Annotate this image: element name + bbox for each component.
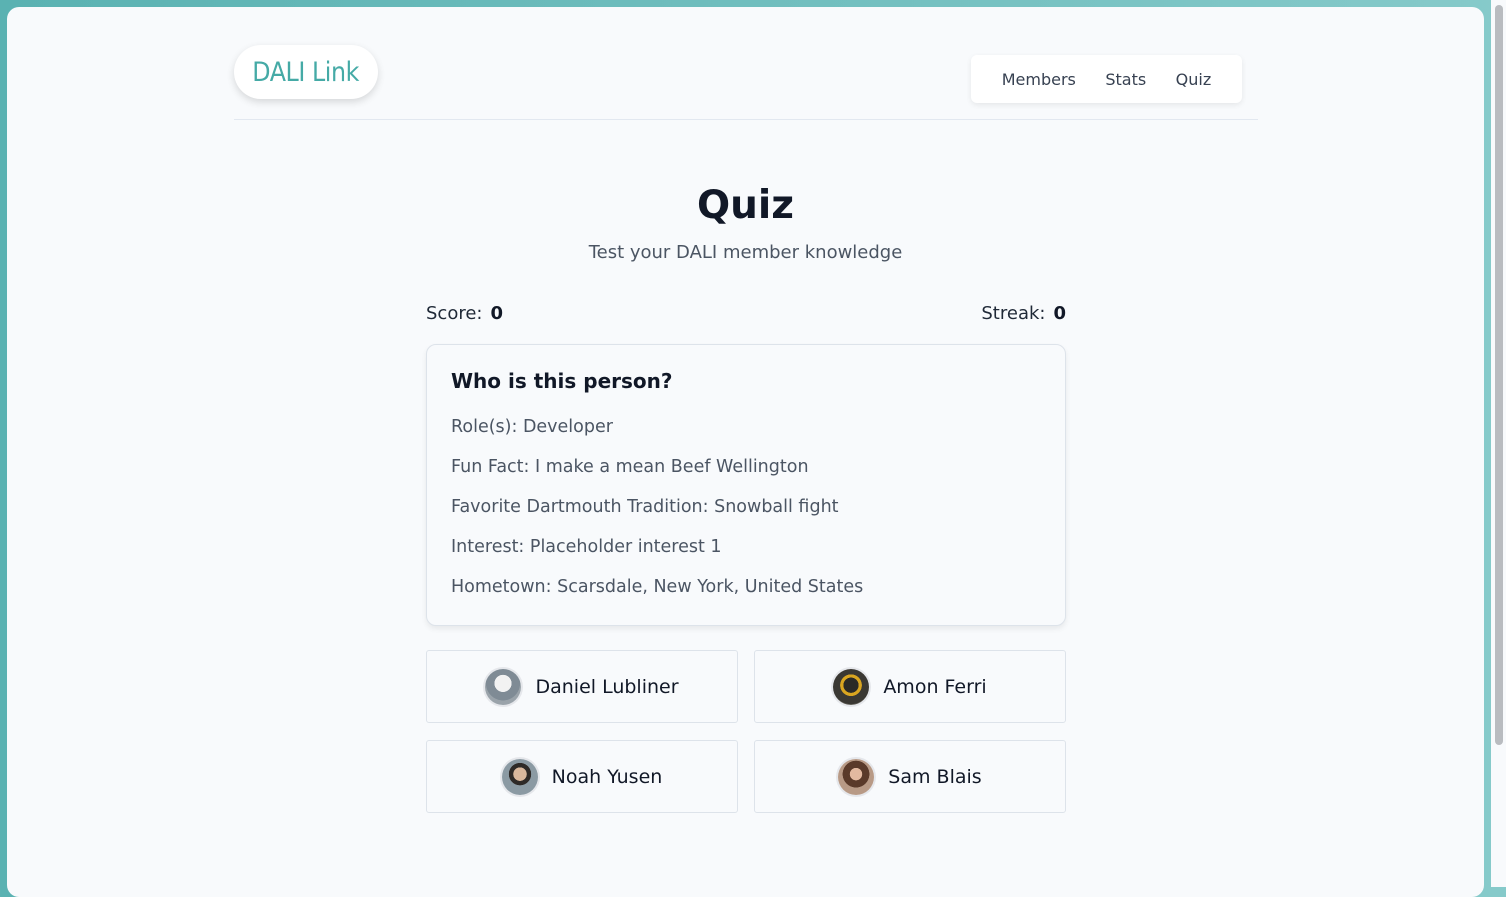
clue-interest: Interest: Placeholder interest 1 <box>451 537 722 557</box>
choice-button[interactable]: Daniel Lubliner <box>426 650 738 723</box>
nav-bar: Members Stats Quiz <box>971 55 1242 103</box>
header: DALI Link Members Stats Quiz <box>234 45 1258 120</box>
avatar <box>833 668 870 705</box>
answer-choices: Daniel Lubliner Amon Ferri Noah Yusen Sa… <box>426 650 1066 813</box>
clue-hometown: Hometown: Scarsdale, New York, United St… <box>451 577 864 597</box>
logo-text: DALI Link <box>252 56 360 88</box>
question-prompt: Who is this person? <box>451 369 673 393</box>
choice-name: Sam Blais <box>888 765 982 788</box>
nav-link-members[interactable]: Members <box>1002 70 1076 89</box>
avatar <box>838 758 875 795</box>
choice-name: Amon Ferri <box>883 675 987 698</box>
streak-value: 0 <box>1053 302 1066 324</box>
avatar <box>501 758 538 795</box>
choice-button[interactable]: Sam Blais <box>754 740 1066 813</box>
streak-label: Streak: <box>981 302 1046 324</box>
choice-button[interactable]: Amon Ferri <box>754 650 1066 723</box>
streak-stat: Streak: 0 <box>981 303 1066 324</box>
logo[interactable]: DALI Link <box>234 45 378 99</box>
page-title: Quiz <box>697 183 794 228</box>
scrollbar-thumb[interactable] <box>1495 5 1503 745</box>
scrollbar[interactable] <box>1491 0 1506 887</box>
choice-button[interactable]: Noah Yusen <box>426 740 738 813</box>
clue-role: Role(s): Developer <box>451 417 613 437</box>
score-stat: Score: 0 <box>426 303 503 324</box>
choice-name: Noah Yusen <box>551 765 663 788</box>
nav-link-stats[interactable]: Stats <box>1105 70 1146 89</box>
score-value: 0 <box>490 302 504 324</box>
app-window: DALI Link Members Stats Quiz Quiz Test y… <box>7 7 1484 897</box>
avatar <box>485 668 522 705</box>
scoreboard: Score: 0 Streak: 0 <box>426 300 1066 326</box>
clue-tradition: Favorite Dartmouth Tradition: Snowball f… <box>451 497 839 517</box>
score-label: Score: <box>426 302 483 324</box>
clue-fun-fact: Fun Fact: I make a mean Beef Wellington <box>451 457 809 477</box>
nav-link-quiz[interactable]: Quiz <box>1176 70 1212 89</box>
choice-name: Daniel Lubliner <box>535 675 679 698</box>
page-subtitle: Test your DALI member knowledge <box>588 242 903 263</box>
question-card: Who is this person? Role(s): Developer F… <box>426 344 1066 626</box>
